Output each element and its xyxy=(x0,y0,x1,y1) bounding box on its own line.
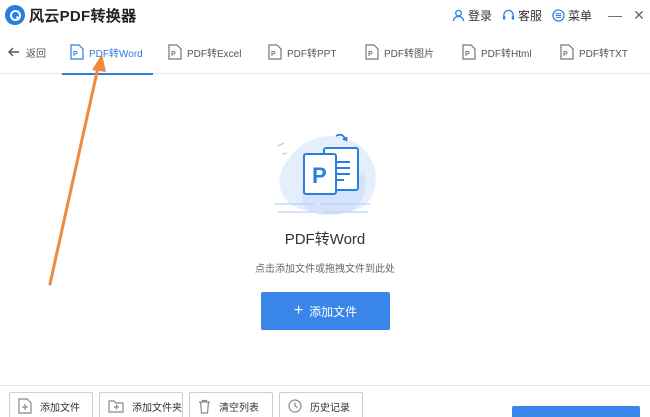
pdf-file-icon: P xyxy=(268,44,282,60)
tab-label: PDF转PPT xyxy=(287,48,337,60)
svg-text:P: P xyxy=(465,51,470,58)
tab-pdf-to-word[interactable]: P PDF转Word xyxy=(62,30,153,75)
toolbar-clear-list-button[interactable]: 清空列表 xyxy=(189,392,273,417)
trash-icon xyxy=(199,399,210,414)
toolbar-add-folder-button[interactable]: 添加文件夹 xyxy=(99,392,183,417)
headset-icon xyxy=(502,9,515,20)
tab-label: PDF转TXT xyxy=(579,48,628,60)
tab-label: PDF转图片 xyxy=(384,48,434,60)
close-button[interactable]: ✕ xyxy=(628,0,650,30)
minimize-button[interactable]: — xyxy=(604,0,626,30)
back-label: 返回 xyxy=(26,48,46,60)
user-icon xyxy=(452,9,465,21)
login-label: 登录 xyxy=(467,8,492,23)
pdf-file-icon: P xyxy=(168,44,182,60)
plus-icon: + xyxy=(293,302,304,319)
pdf-file-icon: P xyxy=(365,44,379,60)
service-label: 客服 xyxy=(517,8,542,23)
svg-text:P: P xyxy=(73,51,78,58)
title-actions: 登录 客服 菜单 — ✕ xyxy=(452,0,650,30)
drop-hint-text: 点击添加文件或拖拽文件到此处 xyxy=(255,264,395,275)
tab-pdf-to-excel[interactable]: P PDF转Excel xyxy=(168,30,241,74)
app-logo-icon xyxy=(5,5,25,25)
tab-label: PDF转Excel xyxy=(187,48,242,60)
add-file-label: 添加文件 xyxy=(309,304,358,319)
menu-button[interactable]: 菜单 xyxy=(552,7,592,24)
svg-text:P: P xyxy=(271,51,276,58)
arrow-left-icon xyxy=(8,47,19,57)
tab-pdf-to-html[interactable]: P PDF转Html xyxy=(462,30,532,74)
svg-text:P: P xyxy=(368,51,373,58)
tab-label: PDF转Word xyxy=(89,48,143,60)
start-conversion-button[interactable] xyxy=(512,406,640,417)
tab-label: PDF转Html xyxy=(481,48,532,60)
back-button[interactable]: 返回 xyxy=(8,30,46,74)
add-file-button[interactable]: + 添加文件 xyxy=(261,292,390,330)
app-title: 风云PDF转换器 xyxy=(29,8,137,25)
tab-pdf-to-txt[interactable]: P PDF转TXT xyxy=(560,30,628,74)
toolbar-history-label: 历史记录 xyxy=(310,402,350,414)
toolbar-history-button[interactable]: 历史记录 xyxy=(279,392,363,417)
toolbar-add-file-label: 添加文件 xyxy=(40,402,80,414)
svg-text:P: P xyxy=(563,51,568,58)
tab-pdf-to-ppt[interactable]: P PDF转PPT xyxy=(268,30,336,74)
login-button[interactable]: 登录 xyxy=(452,7,492,24)
menu-label: 菜单 xyxy=(567,8,592,23)
pdf-to-word-illustration-icon: P xyxy=(274,133,376,215)
clock-icon xyxy=(288,399,302,413)
svg-text:P: P xyxy=(312,163,327,188)
menu-icon xyxy=(552,8,565,22)
add-file-icon xyxy=(18,398,32,414)
add-folder-icon xyxy=(108,400,124,413)
toolbar-add-file-button[interactable]: 添加文件 xyxy=(9,392,93,417)
pdf-file-icon: P xyxy=(560,44,574,60)
file-drop-area[interactable]: P PDF转Word 点击添加文件或拖拽文件到此处 + 添加文件 xyxy=(0,75,650,385)
pdf-file-icon: P xyxy=(70,44,84,60)
toolbar-clear-list-label: 清空列表 xyxy=(219,402,259,414)
svg-text:P: P xyxy=(171,51,176,58)
service-button[interactable]: 客服 xyxy=(502,7,542,24)
conversion-title: PDF转Word xyxy=(284,231,366,248)
conversion-tab-bar: 返回 P PDF转Word P PDF转Excel P PDF转PPT P PD… xyxy=(0,30,650,75)
toolbar-add-folder-label: 添加文件夹 xyxy=(132,402,182,414)
title-bar: 风云PDF转换器 登录 客服 菜单 — ✕ xyxy=(0,0,650,30)
bottom-toolbar: 添加文件 添加文件夹 清空列表 历史记录 xyxy=(0,385,650,417)
tab-pdf-to-image[interactable]: P PDF转图片 xyxy=(365,30,434,74)
pdf-file-icon: P xyxy=(462,44,476,60)
